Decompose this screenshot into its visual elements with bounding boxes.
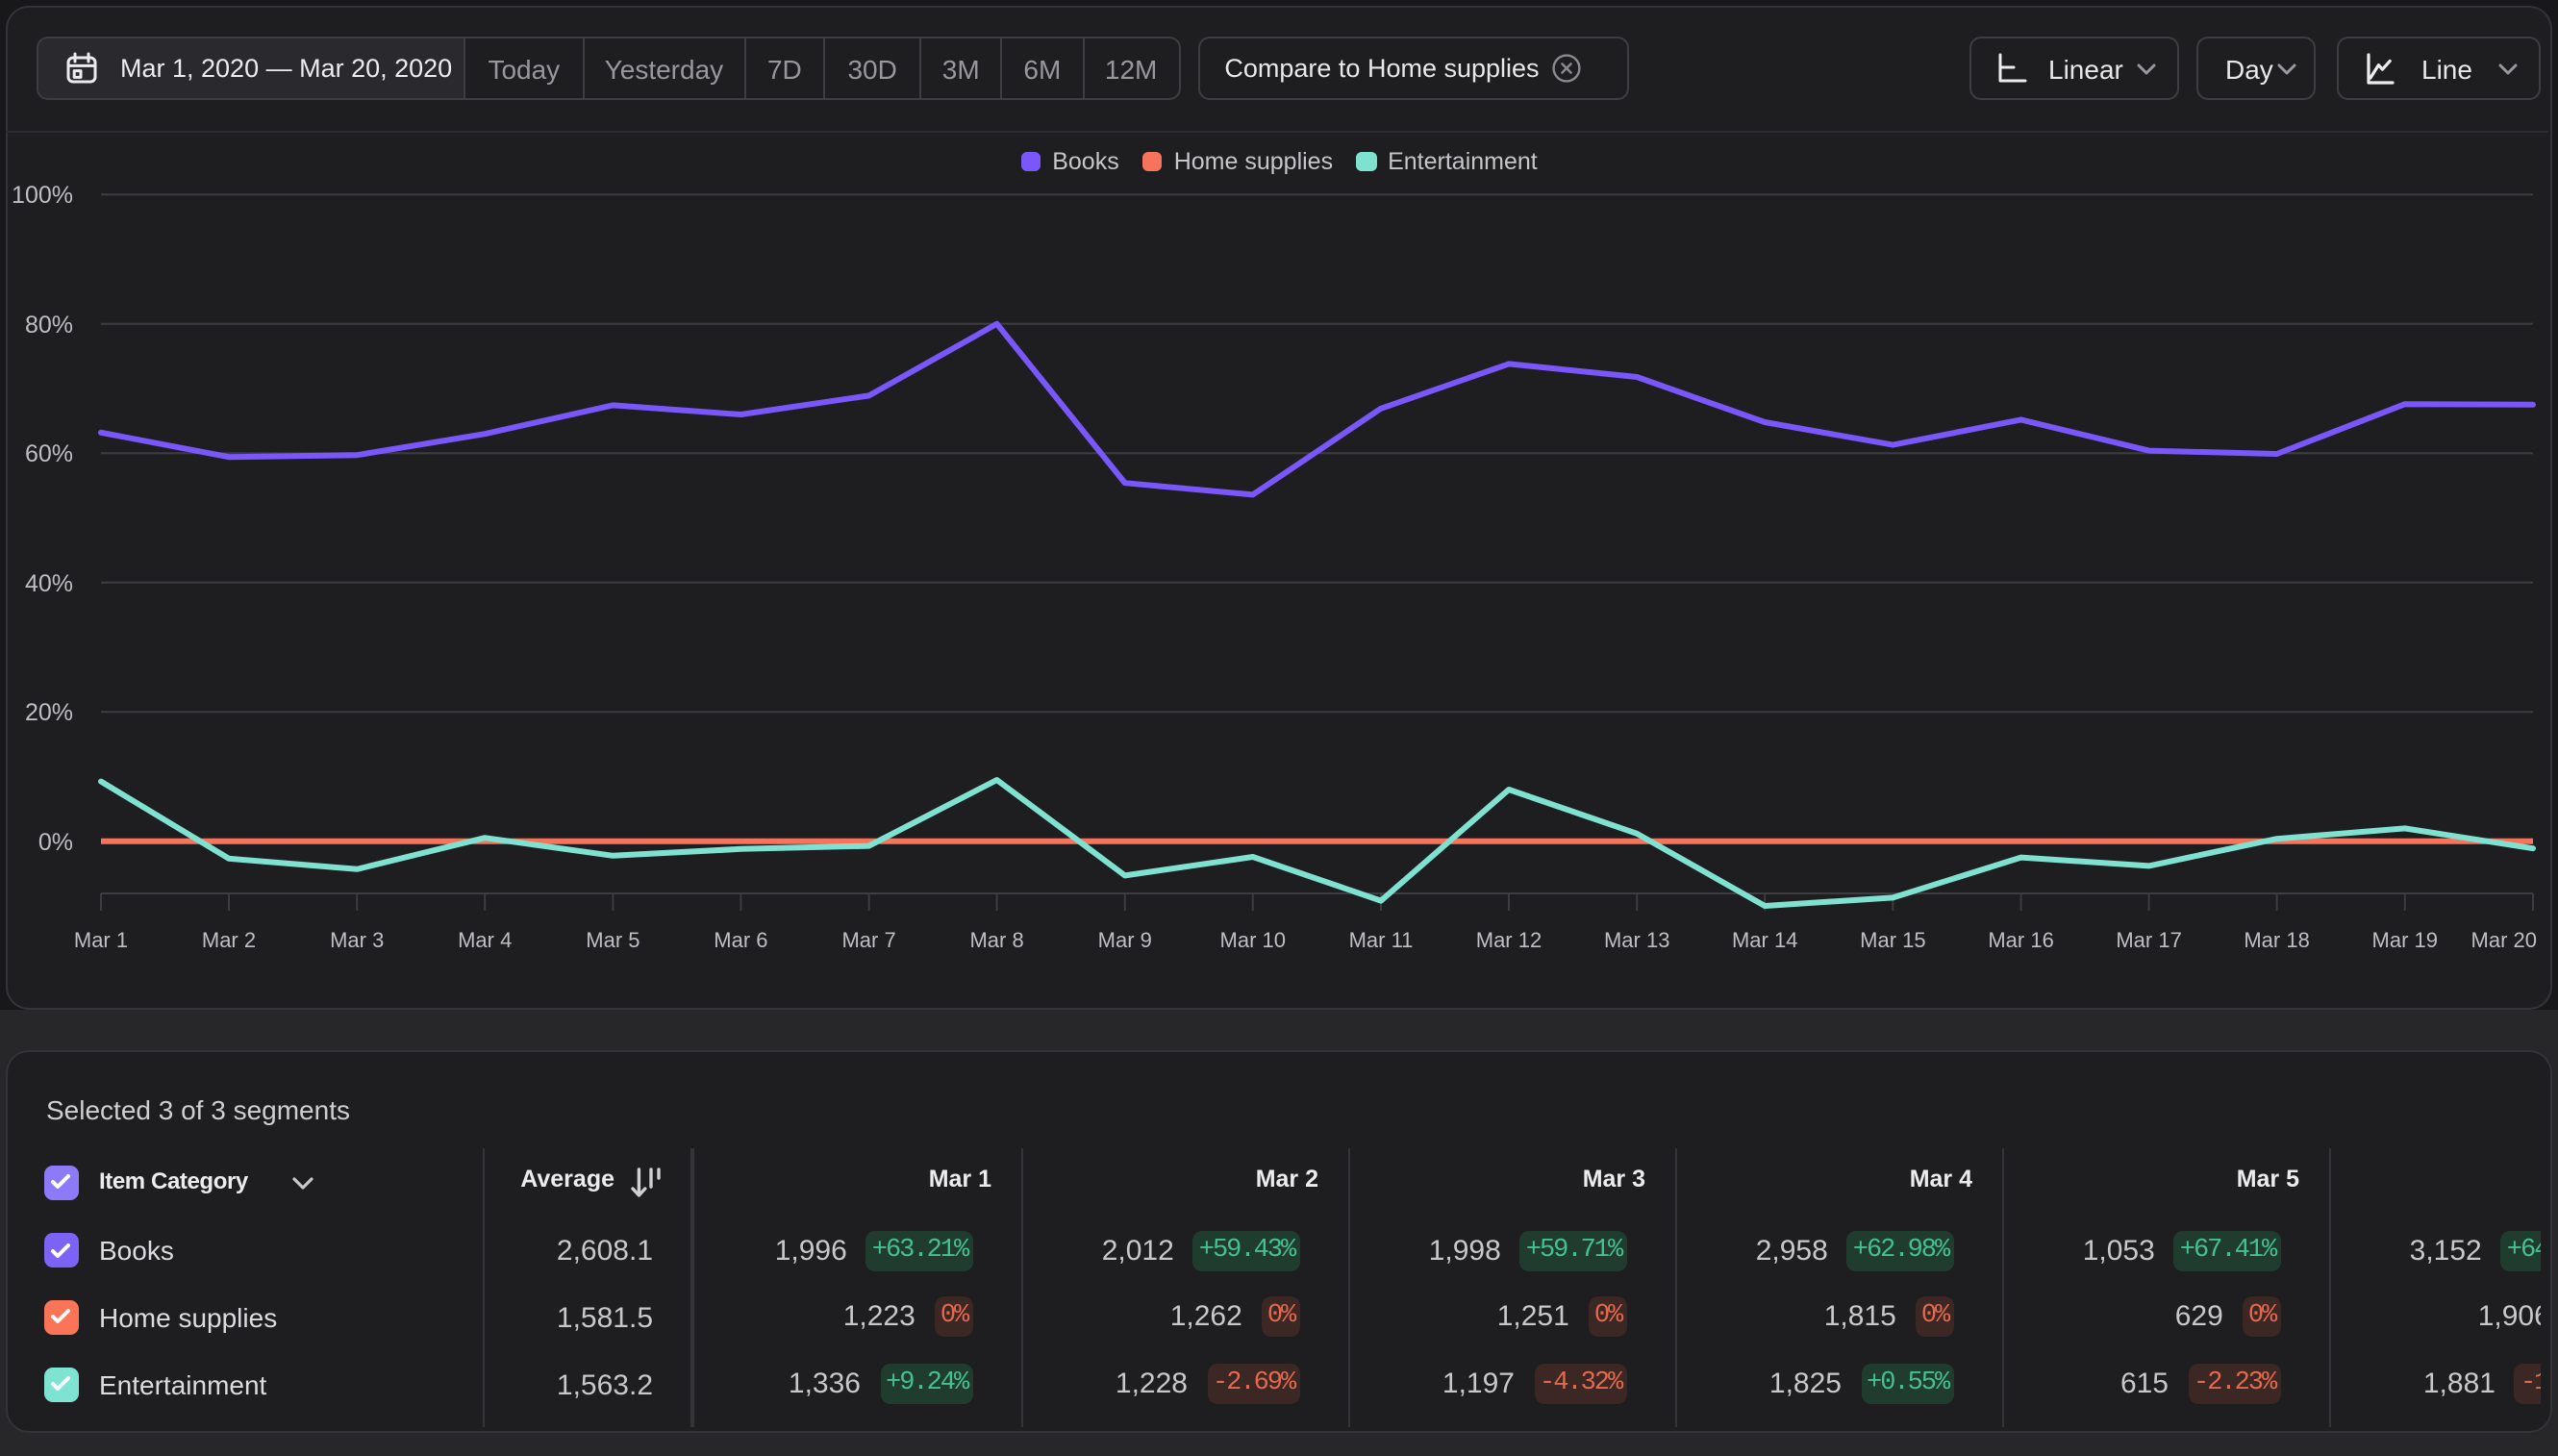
- svg-text:Mar 6: Mar 6: [714, 928, 767, 952]
- svg-text:Mar 5: Mar 5: [586, 928, 640, 952]
- svg-text:Mar 15: Mar 15: [1860, 928, 1925, 952]
- svg-text:Mar 17: Mar 17: [2116, 928, 2181, 952]
- svg-text:20%: 20%: [25, 699, 73, 726]
- svg-text:60%: 60%: [25, 440, 73, 467]
- svg-text:Mar 13: Mar 13: [1604, 928, 1669, 952]
- svg-text:Mar 2: Mar 2: [202, 928, 256, 952]
- svg-text:Mar 8: Mar 8: [969, 928, 1023, 952]
- svg-text:0%: 0%: [38, 829, 73, 856]
- svg-text:Mar 11: Mar 11: [1349, 928, 1414, 952]
- svg-text:Mar 10: Mar 10: [1220, 928, 1286, 952]
- svg-text:Mar 14: Mar 14: [1732, 928, 1797, 952]
- svg-text:Mar 20: Mar 20: [2471, 928, 2537, 952]
- svg-text:80%: 80%: [25, 312, 73, 339]
- svg-text:100%: 100%: [12, 182, 73, 209]
- svg-text:Mar 7: Mar 7: [841, 928, 895, 952]
- svg-text:Mar 3: Mar 3: [330, 928, 384, 952]
- svg-text:Mar 18: Mar 18: [2244, 928, 2309, 952]
- svg-text:Mar 4: Mar 4: [458, 928, 512, 952]
- svg-text:Mar 12: Mar 12: [1476, 928, 1542, 952]
- svg-text:40%: 40%: [25, 570, 73, 597]
- svg-text:Mar 19: Mar 19: [2372, 928, 2438, 952]
- svg-text:Mar 16: Mar 16: [1988, 928, 2053, 952]
- svg-text:Mar 9: Mar 9: [1098, 928, 1152, 952]
- svg-text:Mar 1: Mar 1: [74, 928, 128, 952]
